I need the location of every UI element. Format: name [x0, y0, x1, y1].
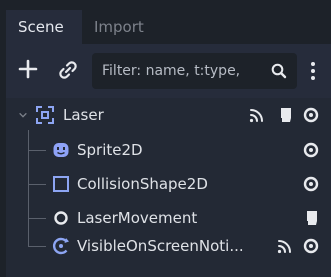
search-icon — [271, 63, 287, 79]
tree-item-label: CollisionShape2D — [77, 175, 208, 193]
tree-item-sprite2d[interactable]: Sprite2D — [6, 133, 331, 167]
plus-icon[interactable] — [16, 57, 40, 81]
link-icon[interactable] — [56, 58, 80, 82]
node2d-icon — [36, 106, 54, 124]
visibility-eye-icon[interactable] — [302, 106, 320, 124]
kebab-menu-icon[interactable] — [306, 56, 320, 86]
collisionshape2d-icon — [53, 176, 69, 192]
tab-import[interactable]: Import — [82, 10, 156, 44]
tree-item-collisionshape2d[interactable]: CollisionShape2D — [6, 167, 331, 201]
visibility-eye-icon[interactable] — [302, 141, 320, 159]
visibility-eye-icon[interactable] — [302, 175, 320, 193]
visibility-eye-icon[interactable] — [302, 237, 320, 255]
scene-toolbar — [6, 44, 331, 98]
node-icon — [54, 211, 68, 225]
tree-item-laser[interactable]: Laser — [6, 98, 331, 132]
sprite2d-icon — [53, 143, 69, 157]
tree-item-label: VisibleOnScreenNoti... — [77, 237, 244, 255]
filter-input[interactable] — [102, 53, 262, 89]
filter-box — [92, 53, 297, 89]
script-icon[interactable] — [276, 106, 294, 124]
tree-item-label: Sprite2D — [77, 141, 143, 159]
tree-item-visibleonscreennotifier[interactable]: VisibleOnScreenNoti... — [6, 229, 331, 263]
dock-tab-bar: Scene Import — [0, 0, 331, 44]
tab-scene[interactable]: Scene — [6, 10, 82, 44]
script-icon[interactable] — [302, 209, 320, 227]
signal-icon[interactable] — [248, 106, 266, 124]
chevron-down-icon[interactable] — [18, 110, 28, 120]
visibleonscreennotifier-icon — [52, 237, 69, 255]
tree-item-label: Laser — [63, 106, 104, 124]
scene-tree: Laser Sprite2D CollisionShape2D LaserMov… — [6, 98, 331, 277]
signal-icon[interactable] — [276, 237, 294, 255]
